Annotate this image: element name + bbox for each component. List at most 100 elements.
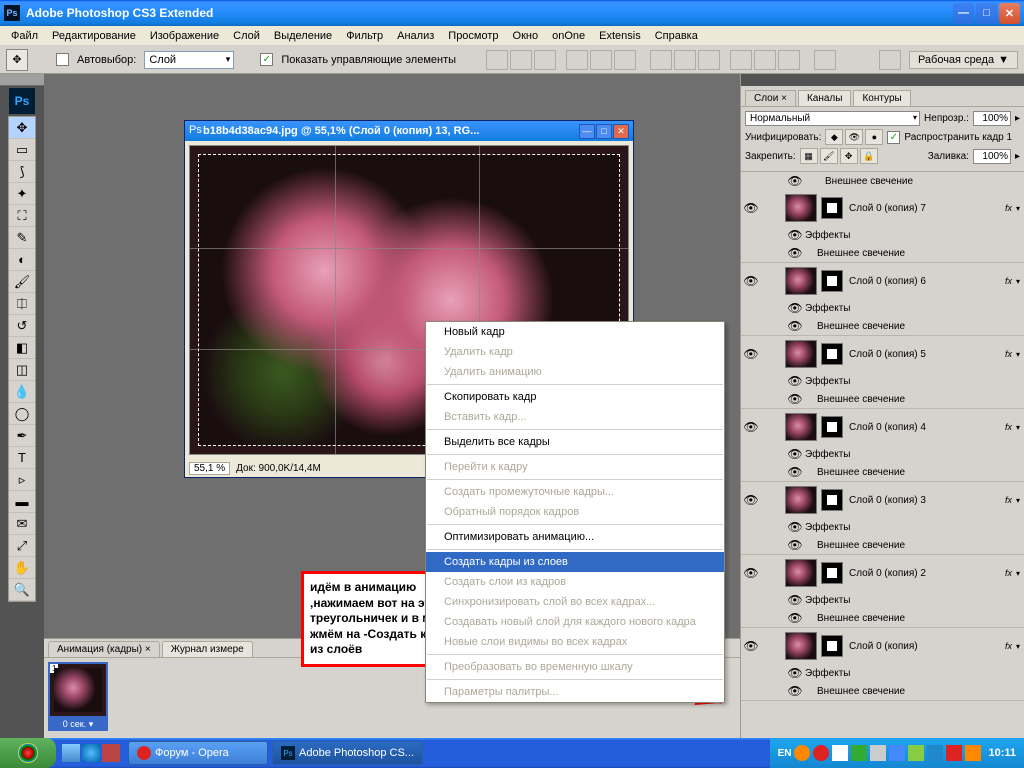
history-brush-tool[interactable]: ↺ (9, 315, 35, 337)
layer-mask[interactable] (821, 635, 843, 657)
menu-help[interactable]: Справка (648, 30, 705, 42)
tray-icon-2[interactable] (813, 745, 829, 761)
layer-row[interactable]: 👁Слой 0 (копия) 3fx▾👁Эффекты👁Внешнее све… (741, 482, 1024, 555)
layer-mask[interactable] (821, 197, 843, 219)
visibility-icon[interactable]: 👁 (785, 246, 805, 260)
visibility-icon[interactable]: 👁 (785, 228, 805, 242)
layer-mask[interactable] (821, 562, 843, 584)
distribute-5-icon[interactable] (754, 50, 776, 70)
visibility-icon[interactable]: 👁 (785, 538, 805, 552)
path-tool[interactable]: ▹ (9, 469, 35, 491)
tray-icon-4[interactable] (851, 745, 867, 761)
ctx-item[interactable]: Выделить все кадры (426, 432, 724, 452)
distribute-1-icon[interactable] (650, 50, 672, 70)
visibility-icon[interactable]: 👁 (741, 201, 761, 215)
tray-icon-7[interactable] (908, 745, 924, 761)
menu-image[interactable]: Изображение (143, 30, 226, 42)
layer-row[interactable]: 👁Слой 0 (копия)fx▾👁Эффекты👁Внешнее свече… (741, 628, 1024, 701)
ql-app-icon[interactable] (102, 744, 120, 762)
menu-extensis[interactable]: Extensis (592, 30, 648, 42)
visibility-icon[interactable]: 👁 (785, 666, 805, 680)
visibility-icon[interactable]: 👁 (785, 301, 805, 315)
dodge-tool[interactable]: ◯ (9, 403, 35, 425)
animation-frame[interactable]: 1 0 сек. ▾ (48, 662, 108, 741)
distribute-3-icon[interactable] (698, 50, 720, 70)
zoom-value[interactable]: 55,1 % (189, 462, 230, 475)
zoom-tool[interactable]: 🔍 (9, 579, 35, 601)
menu-layer[interactable]: Слой (226, 30, 267, 42)
opacity-input[interactable]: 100% (973, 111, 1011, 126)
layer-row[interactable]: 👁Слой 0 (копия) 5fx▾👁Эффекты👁Внешнее све… (741, 336, 1024, 409)
doc-close[interactable]: ✕ (613, 124, 629, 139)
tab-paths[interactable]: Контуры (853, 90, 910, 106)
tray-avira-icon[interactable] (946, 745, 962, 761)
align-top-icon[interactable] (486, 50, 508, 70)
ctx-item[interactable]: Скопировать кадр (426, 387, 724, 407)
layer-row[interactable]: 👁Слой 0 (копия) 6fx▾👁Эффекты👁Внешнее све… (741, 263, 1024, 336)
layer-row[interactable]: 👁Слой 0 (копия) 2fx▾👁Эффекты👁Внешнее све… (741, 555, 1024, 628)
visibility-icon[interactable]: 👁 (785, 374, 805, 388)
blend-mode-select[interactable]: Нормальный (745, 111, 920, 126)
tray-volume-icon[interactable] (870, 745, 886, 761)
unify-pos-icon[interactable]: ◆ (825, 129, 843, 145)
workspace-button[interactable]: Рабочая среда ▼ (909, 51, 1018, 69)
layer-row[interactable]: 👁Слой 0 (копия) 7fx▾👁Эффекты👁Внешнее све… (741, 190, 1024, 263)
visibility-icon[interactable]: 👁 (785, 611, 805, 625)
move-tool[interactable]: ✥ (9, 117, 35, 139)
tab-channels[interactable]: Каналы (798, 90, 852, 106)
bridge-icon[interactable] (879, 50, 901, 70)
visibility-icon[interactable]: 👁 (785, 684, 805, 698)
window-maximize[interactable]: □ (976, 3, 997, 24)
unify-style-icon[interactable]: ● (865, 129, 883, 145)
visibility-icon[interactable]: 👁 (785, 447, 805, 461)
window-minimize[interactable]: — (953, 3, 974, 24)
marquee-tool[interactable]: ▭ (9, 139, 35, 161)
language-indicator[interactable]: EN (778, 748, 792, 759)
align-hcenter-icon[interactable] (590, 50, 612, 70)
doc-minimize[interactable]: — (579, 124, 595, 139)
align-right-icon[interactable] (614, 50, 636, 70)
doc-maximize[interactable]: □ (596, 124, 612, 139)
distribute-4-icon[interactable] (730, 50, 752, 70)
layer-mask[interactable] (821, 489, 843, 511)
task-photoshop[interactable]: PsAdobe Photoshop CS... (272, 741, 423, 765)
menu-edit[interactable]: Редактирование (45, 30, 143, 42)
lasso-tool[interactable]: ⟆ (9, 161, 35, 183)
visibility-icon[interactable]: 👁 (741, 274, 761, 288)
menu-view[interactable]: Просмотр (441, 30, 505, 42)
lock-transparent-icon[interactable]: ▦ (800, 148, 818, 164)
visibility-icon[interactable]: 👁 (741, 420, 761, 434)
align-left-icon[interactable] (566, 50, 588, 70)
ctx-item[interactable]: Новый кадр (426, 322, 724, 342)
tray-icon-1[interactable] (794, 745, 810, 761)
autoselect-target-select[interactable]: Слой (144, 51, 234, 69)
lock-position-icon[interactable]: ✥ (840, 148, 858, 164)
brush-tool[interactable]: 🖌 (9, 271, 35, 293)
shape-tool[interactable]: ▬ (9, 491, 35, 513)
distribute-6-icon[interactable] (778, 50, 800, 70)
ctx-item[interactable]: Создать кадры из слоев (426, 552, 724, 572)
show-transform-checkbox[interactable]: ✓ (260, 53, 273, 66)
visibility-icon[interactable]: 👁 (741, 566, 761, 580)
ql-desktop-icon[interactable] (62, 744, 80, 762)
auto-align-icon[interactable] (814, 50, 836, 70)
autoselect-checkbox[interactable] (56, 53, 69, 66)
layer-mask[interactable] (821, 416, 843, 438)
tray-icon-10[interactable] (965, 745, 981, 761)
layer-mask[interactable] (821, 270, 843, 292)
tab-animation[interactable]: Анимация (кадры) × (48, 641, 160, 657)
visibility-icon[interactable]: 👁 (741, 493, 761, 507)
slice-tool[interactable]: ✎ (9, 227, 35, 249)
tray-icon-3[interactable] (832, 745, 848, 761)
crop-tool[interactable]: ⛶ (9, 205, 35, 227)
propagate-checkbox[interactable]: ✓ (887, 131, 900, 144)
menu-onone[interactable]: onOne (545, 30, 592, 42)
align-vcenter-icon[interactable] (510, 50, 532, 70)
wand-tool[interactable]: ✦ (9, 183, 35, 205)
visibility-icon[interactable]: 👁 (785, 174, 805, 188)
visibility-icon[interactable]: 👁 (741, 639, 761, 653)
visibility-icon[interactable]: 👁 (741, 347, 761, 361)
visibility-icon[interactable]: 👁 (785, 593, 805, 607)
layer-row[interactable]: 👁Слой 0 (копия) 4fx▾👁Эффекты👁Внешнее све… (741, 409, 1024, 482)
task-opera[interactable]: Форум - Opera (128, 741, 268, 765)
